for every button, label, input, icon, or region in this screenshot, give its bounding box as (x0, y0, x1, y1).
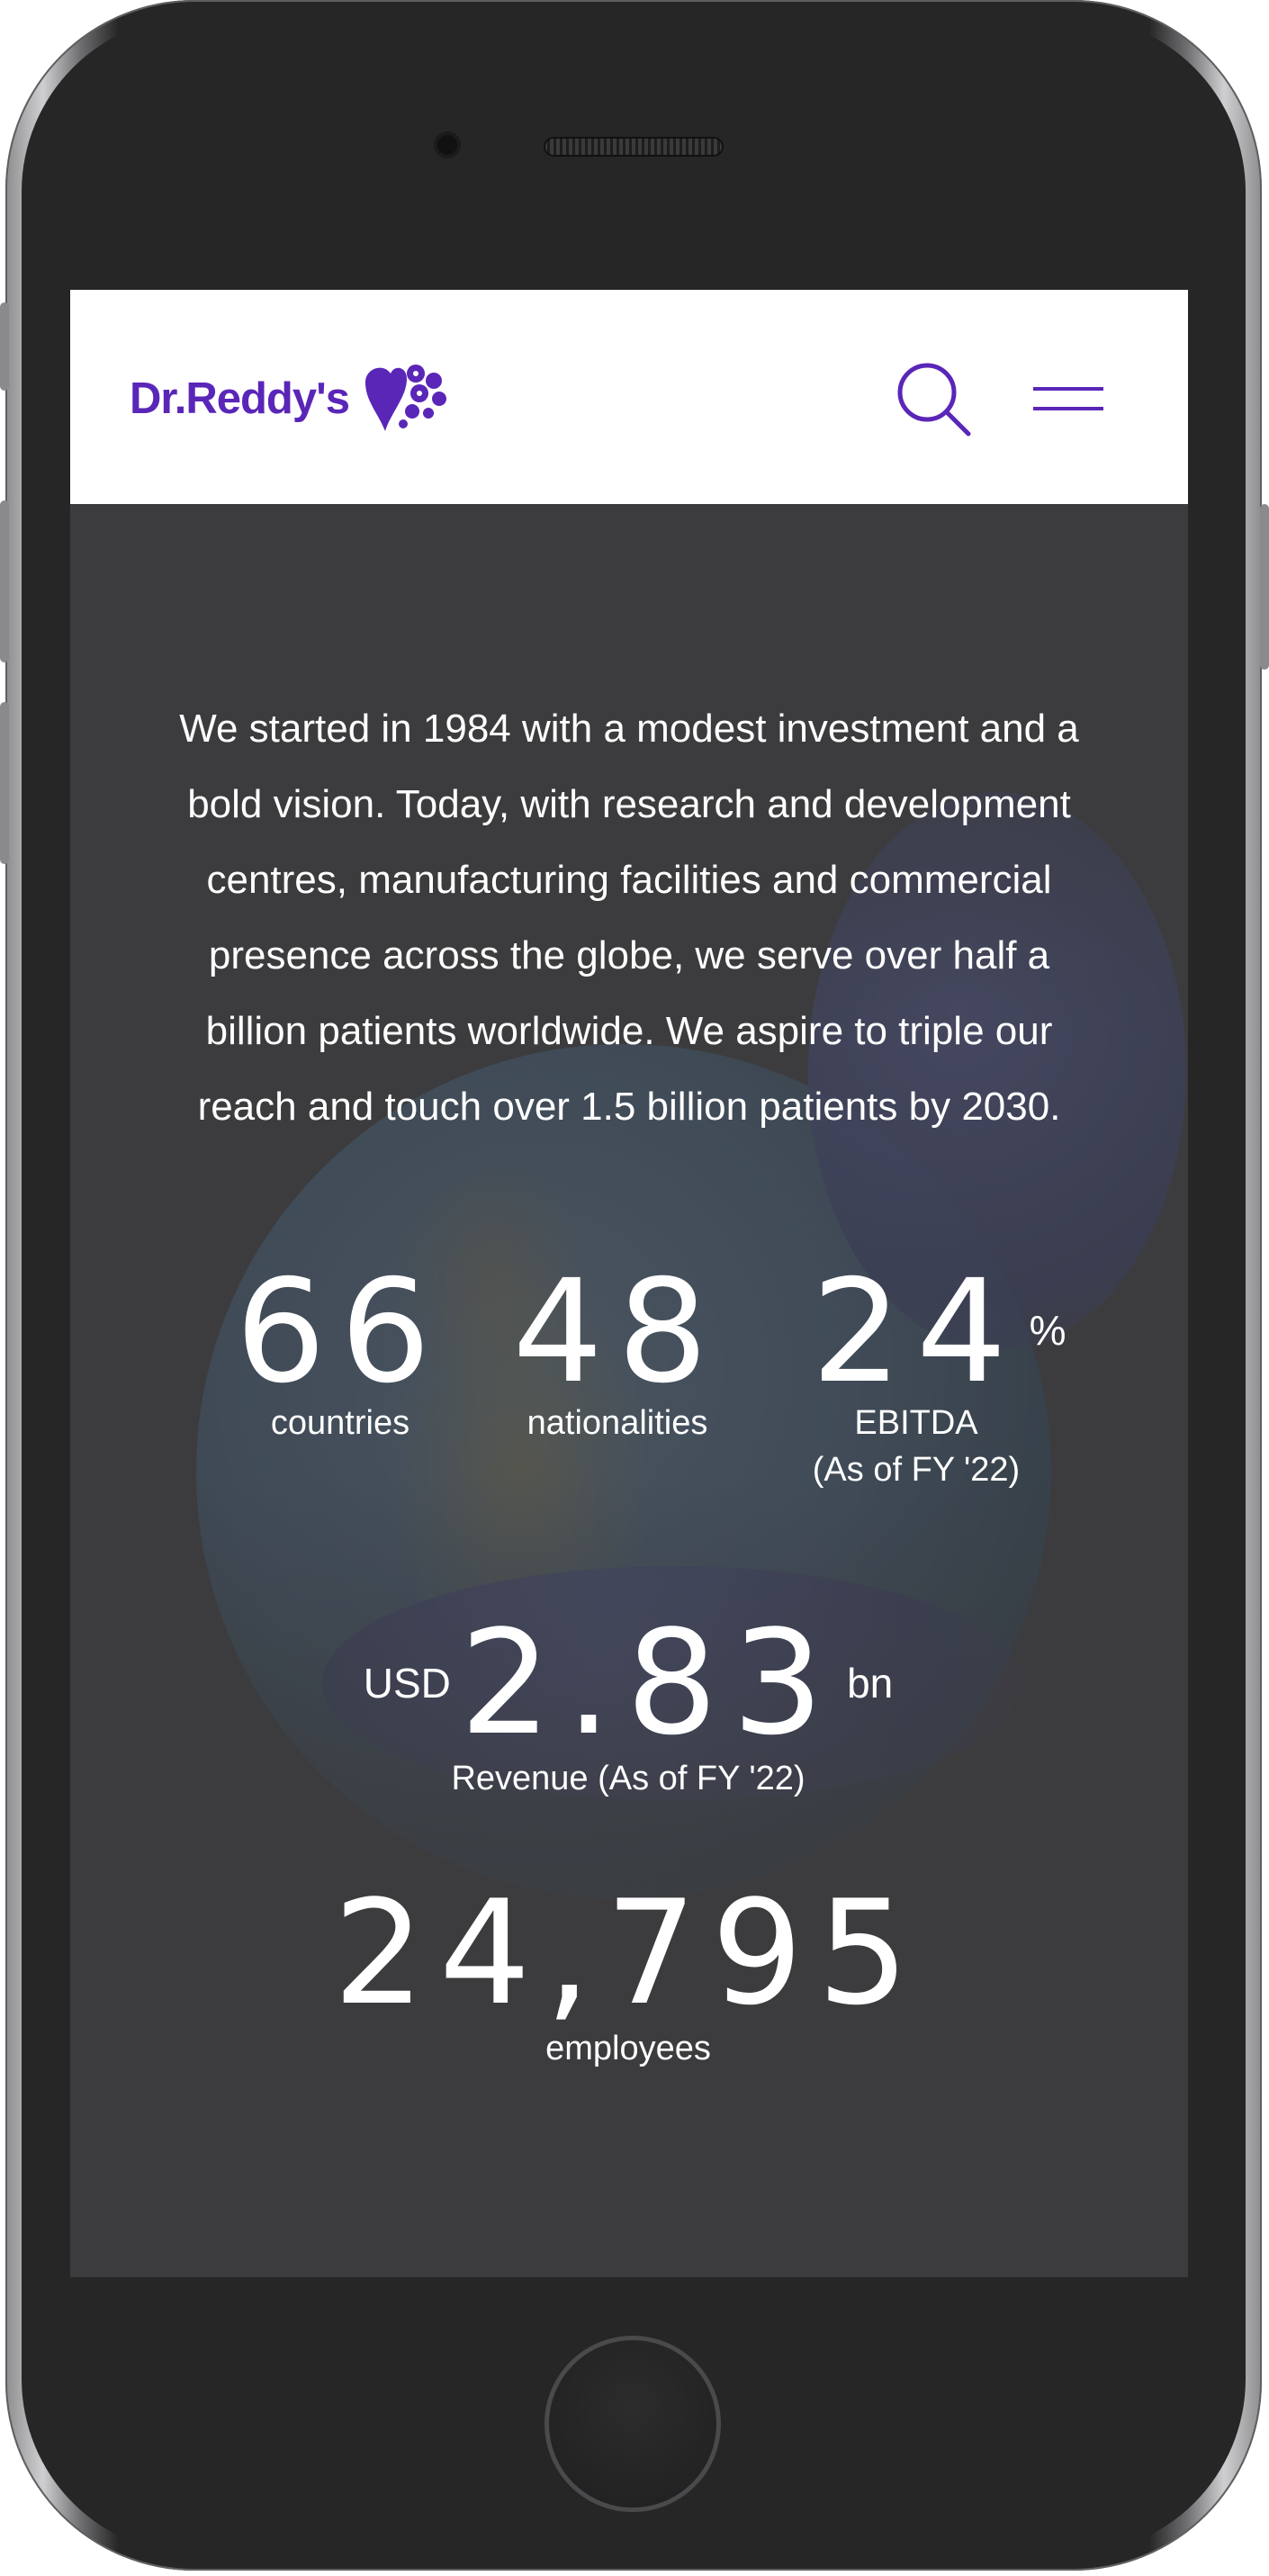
menu-button[interactable] (1030, 376, 1107, 425)
stat-revenue-prefix: USD (363, 1660, 451, 1707)
search-button[interactable] (893, 358, 974, 439)
home-button[interactable] (544, 2336, 721, 2512)
brand-name: Dr.Reddy's (130, 374, 350, 423)
stat-revenue: USD 2.83 bn Revenue (As of FY '22) (286, 1611, 970, 1802)
intro-paragraph: We started in 1984 with a modest investm… (179, 707, 1079, 1129)
brand-mark-icon (365, 365, 447, 431)
power-button (1260, 504, 1269, 670)
stat-employees-value: 24,795 (333, 1869, 923, 2037)
mute-switch (0, 302, 9, 391)
volume-up-button (0, 500, 9, 662)
volume-down-button (0, 702, 9, 864)
brand-logo[interactable]: Dr.Reddy's (130, 358, 450, 439)
stat-ebitda-sublabel: (As of FY '22) (812, 1451, 1021, 1489)
stat-nationalities-value: 48 (512, 1249, 723, 1415)
screen: Dr.Reddy's We started in 1984 with a mod… (70, 290, 1188, 2277)
earpiece-speaker (544, 137, 724, 157)
stat-revenue-value: 2.83 (459, 1599, 839, 1767)
stat-nationalities-label: nationalities (526, 1404, 708, 1442)
hamburger-menu-icon (1033, 387, 1103, 410)
stat-countries: 66 countries (232, 1249, 448, 1446)
stat-revenue-suffix: bn (847, 1660, 894, 1707)
search-icon (897, 363, 971, 437)
stat-countries-value: 66 (235, 1249, 446, 1415)
hero-section: We started in 1984 with a modest investm… (70, 504, 1188, 2277)
stat-nationalities: 48 nationalities (509, 1249, 725, 1446)
stat-ebitda-value: 24 (811, 1249, 1022, 1415)
front-camera (437, 135, 457, 155)
stat-revenue-label: Revenue (As of FY '22) (451, 1760, 806, 1797)
stat-ebitda: 24 % EBITDA (As of FY '22) (781, 1249, 1066, 1493)
site-header: Dr.Reddy's (70, 290, 1188, 504)
stat-ebitda-unit: % (1029, 1307, 1066, 1354)
stat-employees: 24,795 employees (286, 1881, 970, 2072)
